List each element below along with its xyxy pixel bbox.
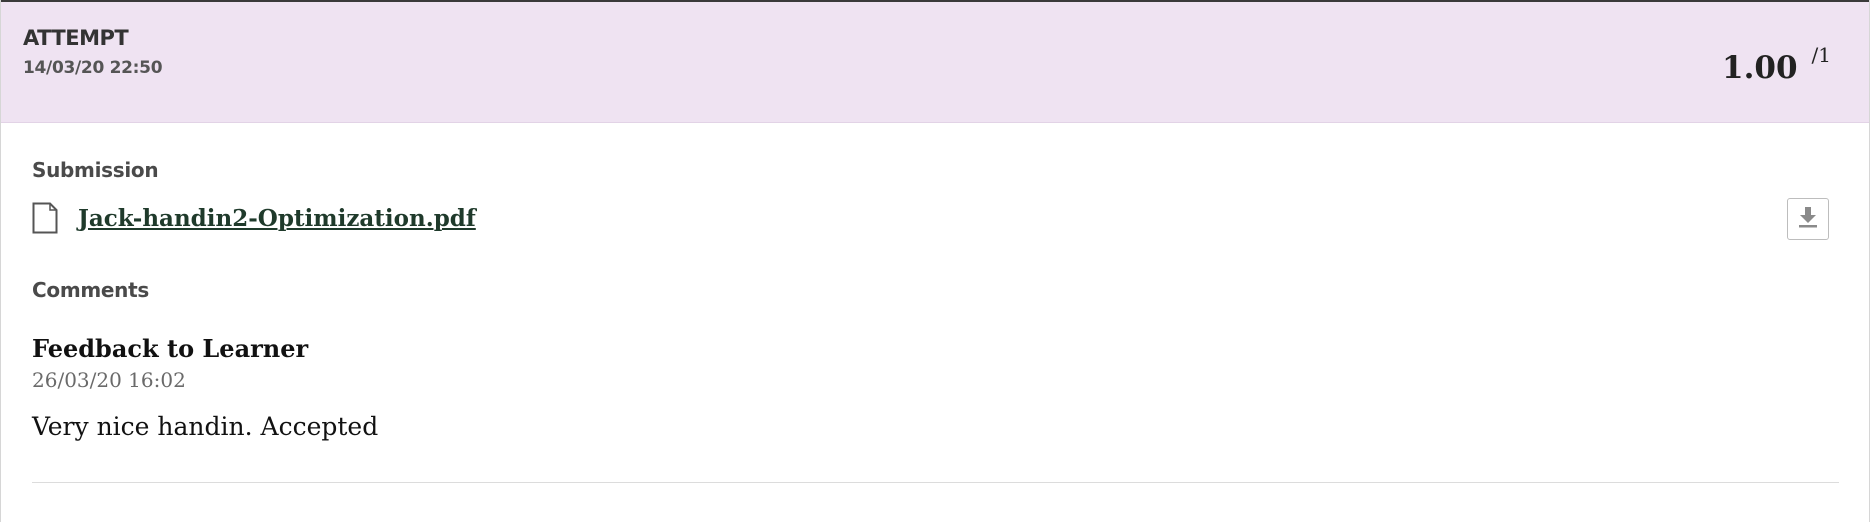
feedback-date: 26/03/20 16:02	[32, 368, 186, 392]
score-max: /1	[1811, 43, 1831, 67]
attempt-panel: ATTEMPT 14/03/20 22:50 1.00/1 Submission…	[0, 0, 1870, 522]
attempt-header: ATTEMPT 14/03/20 22:50 1.00/1	[1, 2, 1869, 123]
download-icon	[1798, 206, 1818, 233]
score-value: 1.00	[1722, 50, 1798, 86]
feedback-heading: Feedback to Learner	[32, 334, 309, 363]
comments-heading: Comments	[32, 278, 149, 302]
submission-file: Jack-handin2-Optimization.pdf	[32, 202, 476, 234]
submission-file-link[interactable]: Jack-handin2-Optimization.pdf	[78, 205, 476, 232]
attempt-label: ATTEMPT	[23, 26, 129, 50]
download-button[interactable]	[1787, 198, 1829, 240]
attempt-score: 1.00/1	[1722, 43, 1831, 86]
feedback-text: Very nice handin. Accepted	[32, 412, 379, 441]
attempt-date: 14/03/20 22:50	[23, 58, 163, 78]
submission-heading: Submission	[32, 158, 159, 182]
document-icon	[32, 202, 58, 234]
divider	[32, 482, 1839, 483]
